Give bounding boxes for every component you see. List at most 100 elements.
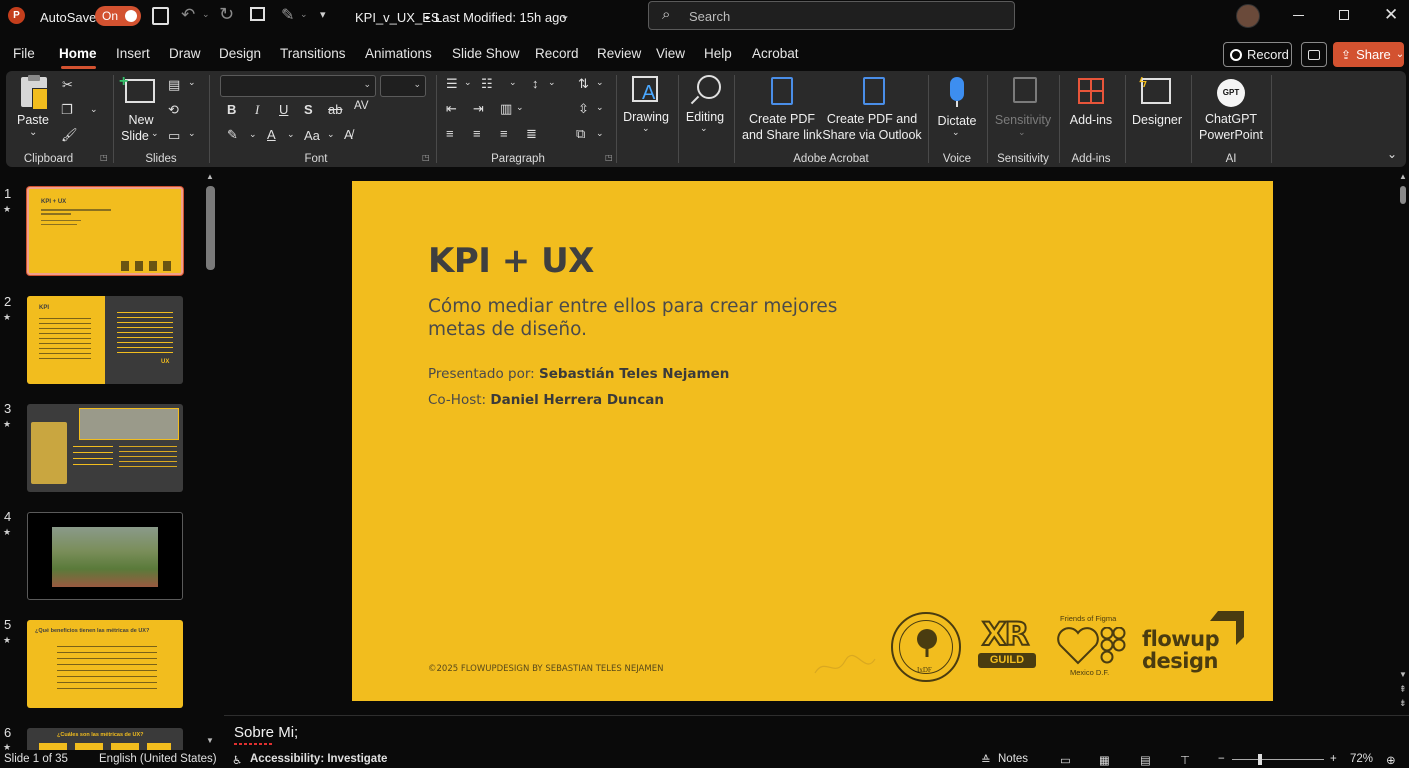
- tab-view[interactable]: View: [656, 46, 685, 61]
- share-button[interactable]: ⇪ Share ⌄: [1333, 42, 1404, 67]
- chevron-down-icon[interactable]: ⌄: [464, 77, 472, 88]
- scroll-down-icon[interactable]: ▼: [206, 736, 214, 745]
- notes-toggle[interactable]: Notes: [998, 753, 1028, 765]
- next-slide-icon[interactable]: ⇟: [1399, 698, 1407, 709]
- highlight-color-icon[interactable]: ✎: [227, 127, 238, 143]
- chevron-down-icon[interactable]: ⌄: [516, 102, 524, 113]
- slide-scrollbar[interactable]: ▲ ▼ ⇞ ⇟: [1396, 170, 1409, 715]
- slide-title[interactable]: KPI + UX: [428, 241, 594, 281]
- chevron-down-icon[interactable]: ⌄: [952, 127, 960, 138]
- dialog-launcher-icon[interactable]: ◳: [605, 153, 613, 162]
- notes-pane[interactable]: Sobre Mi;: [224, 715, 1409, 750]
- reading-view-icon[interactable]: ▤: [1140, 753, 1151, 767]
- previous-slide-icon[interactable]: ⇞: [1399, 684, 1407, 695]
- chevron-down-icon[interactable]: ⌄: [1018, 127, 1026, 138]
- chevron-down-icon[interactable]: ⌄: [90, 104, 98, 115]
- chevron-down-icon[interactable]: ⌄: [327, 129, 335, 140]
- chevron-down-icon[interactable]: ⌄: [188, 128, 196, 139]
- slide-thumbnail-3[interactable]: [27, 404, 183, 492]
- last-modified[interactable]: Last Modified: 15h ago: [435, 0, 567, 34]
- chevron-down-icon[interactable]: ⌄: [548, 77, 556, 88]
- chevron-down-icon[interactable]: ⌄: [287, 129, 295, 140]
- slide-thumbnail-2[interactable]: KPI UX: [27, 296, 183, 384]
- new-slide-icon[interactable]: +: [119, 73, 155, 103]
- chevron-down-icon[interactable]: ⌄: [596, 77, 604, 88]
- zoom-out-icon[interactable]: −: [1218, 753, 1225, 765]
- chatgpt-icon[interactable]: GPT: [1217, 79, 1245, 107]
- reset-icon[interactable]: ⟲: [168, 102, 179, 118]
- smartart-icon[interactable]: ⧉: [576, 126, 585, 142]
- slide-thumbnail-4[interactable]: [27, 512, 183, 600]
- highlighter-icon[interactable]: ✎: [281, 5, 294, 25]
- underline-button[interactable]: U: [279, 102, 288, 117]
- tab-home[interactable]: Home: [59, 46, 97, 61]
- tab-record[interactable]: Record: [535, 46, 579, 61]
- save-icon[interactable]: [152, 7, 169, 25]
- paste-button[interactable]: Paste: [17, 112, 49, 128]
- tab-slide-show[interactable]: Slide Show: [452, 46, 520, 61]
- language-indicator[interactable]: English (United States): [99, 753, 217, 765]
- chevron-down-icon[interactable]: ⌄: [202, 9, 210, 20]
- accessibility-status[interactable]: Accessibility: Investigate: [250, 753, 387, 765]
- slide-footer[interactable]: ©2025 FLOWUPDESIGN BY SEBASTIAN TELES NE…: [428, 664, 663, 674]
- slideshow-view-icon[interactable]: ⊤: [1180, 753, 1190, 767]
- shadow-button[interactable]: S: [304, 102, 313, 117]
- chatgpt-label-1[interactable]: ChatGPT: [1196, 111, 1266, 127]
- align-text-icon[interactable]: ⇳: [578, 101, 589, 117]
- presenter-line[interactable]: Presentado por: Sebastián Teles Nejamen: [428, 366, 729, 382]
- maximize-icon[interactable]: [1339, 10, 1349, 20]
- chevron-down-icon[interactable]: ⌄: [509, 77, 517, 88]
- slide-thumbnail-5[interactable]: ¿Qué beneficios tienen las métricas de U…: [27, 620, 183, 708]
- font-family-select[interactable]: ⌄: [220, 75, 376, 97]
- search-box[interactable]: ⌕ Search: [648, 1, 1015, 30]
- change-case-button[interactable]: Aa: [304, 128, 320, 143]
- strikethrough-button[interactable]: ab: [328, 102, 342, 117]
- align-right-icon[interactable]: ≡: [500, 126, 508, 141]
- scroll-down-icon[interactable]: ▼: [1399, 670, 1407, 679]
- tab-animations[interactable]: Animations: [365, 46, 432, 61]
- powerpoint-icon[interactable]: P: [8, 7, 25, 24]
- create-pdf-label-2[interactable]: and Share link: [740, 127, 824, 143]
- redo-icon[interactable]: ↻: [219, 4, 234, 25]
- tab-help[interactable]: Help: [704, 46, 732, 61]
- align-left-icon[interactable]: ≡: [446, 126, 454, 141]
- slide-thumbnail-1[interactable]: KPI + UX: [27, 187, 183, 275]
- customize-toolbar-icon[interactable]: ▾: [320, 8, 326, 21]
- outlook-pdf-label-2[interactable]: Share via Outlook: [822, 127, 922, 143]
- avatar[interactable]: [1236, 4, 1260, 28]
- clear-formatting-icon[interactable]: A̸: [344, 127, 353, 142]
- new-slide-label-2[interactable]: Slide: [115, 128, 155, 144]
- close-icon[interactable]: ✕: [1384, 5, 1398, 25]
- zoom-slider-track[interactable]: [1232, 759, 1324, 760]
- cut-icon[interactable]: ✂: [62, 77, 73, 93]
- numbering-icon[interactable]: ☷: [481, 76, 493, 92]
- chevron-down-icon[interactable]: ⌄: [249, 129, 257, 140]
- chevron-down-icon[interactable]: ⌄: [642, 123, 650, 134]
- font-size-select[interactable]: ⌄: [380, 75, 426, 97]
- section-icon[interactable]: ▭: [168, 128, 180, 144]
- find-icon[interactable]: [697, 75, 721, 99]
- current-slide[interactable]: KPI + UX Cómo mediar entre ellos para cr…: [352, 181, 1273, 701]
- justify-icon[interactable]: ≣: [526, 126, 537, 142]
- outlook-pdf-label-1[interactable]: Create PDF and: [822, 111, 922, 127]
- dialog-launcher-icon[interactable]: ◳: [100, 153, 108, 162]
- tab-draw[interactable]: Draw: [169, 46, 201, 61]
- chevron-down-icon[interactable]: ⌄: [151, 128, 159, 139]
- tab-transitions[interactable]: Transitions: [280, 46, 346, 61]
- paste-icon[interactable]: [21, 75, 48, 110]
- scroll-thumb[interactable]: [1400, 186, 1406, 204]
- slide-subtitle[interactable]: Cómo mediar entre ellos para crear mejor…: [428, 295, 898, 341]
- minimize-icon[interactable]: [1293, 15, 1304, 16]
- cohost-line[interactable]: Co-Host: Daniel Herrera Duncan: [428, 392, 664, 408]
- record-button[interactable]: Record: [1223, 42, 1292, 67]
- font-color-icon[interactable]: A: [267, 127, 276, 142]
- scroll-up-icon[interactable]: ▲: [1399, 172, 1407, 181]
- create-pdf-label-1[interactable]: Create PDF: [740, 111, 824, 127]
- undo-icon[interactable]: ↶: [181, 5, 195, 25]
- notes-icon[interactable]: ≙: [981, 753, 991, 767]
- dialog-launcher-icon[interactable]: ◳: [422, 153, 430, 162]
- copy-icon[interactable]: ❐: [61, 102, 73, 118]
- comments-button[interactable]: [1301, 42, 1327, 67]
- tab-insert[interactable]: Insert: [116, 46, 150, 61]
- tab-acrobat[interactable]: Acrobat: [752, 46, 799, 61]
